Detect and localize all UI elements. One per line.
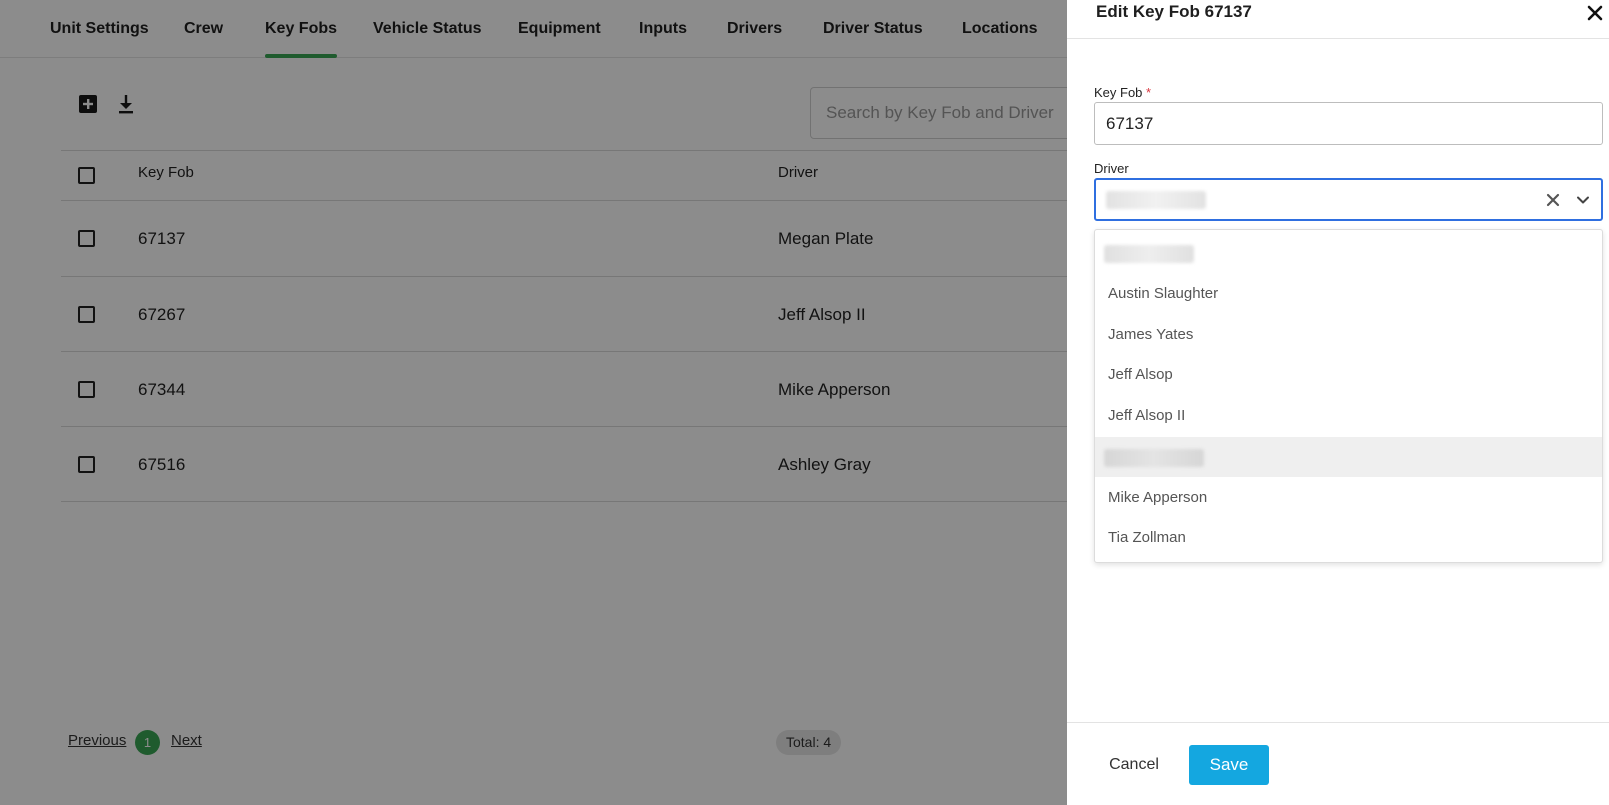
chevron-down-icon <box>1577 196 1589 204</box>
driver-option[interactable]: Jeff Alsop <box>1095 355 1602 395</box>
driver-option[interactable]: Mike Apperson <box>1095 478 1602 518</box>
save-button[interactable]: Save <box>1189 745 1269 785</box>
redacted-name <box>1104 245 1194 263</box>
driver-option-redacted-highlighted[interactable] <box>1095 437 1602 477</box>
driver-select[interactable] <box>1094 178 1603 221</box>
close-icon <box>1587 5 1603 21</box>
driver-option[interactable]: Austin Slaughter <box>1095 274 1602 314</box>
driver-selected-value-redacted <box>1106 191 1206 209</box>
driver-dropdown-toggle[interactable] <box>1575 192 1591 208</box>
drawer-header-divider <box>1067 38 1609 39</box>
driver-option-redacted[interactable] <box>1095 233 1602 273</box>
driver-field-label: Driver <box>1094 161 1129 176</box>
required-marker: * <box>1146 85 1152 100</box>
clear-icon <box>1546 193 1560 207</box>
redacted-name <box>1104 449 1204 467</box>
key-fob-label-text: Key Fob <box>1094 85 1143 100</box>
cancel-button[interactable]: Cancel <box>1094 745 1174 785</box>
driver-options-list: Austin Slaughter James Yates Jeff Alsop … <box>1094 229 1603 563</box>
clear-driver-button[interactable] <box>1545 192 1561 208</box>
drawer-title: Edit Key Fob 67137 <box>1096 2 1252 21</box>
edit-key-fob-drawer: Edit Key Fob 67137 Key Fob * Driver Aust… <box>1067 0 1609 805</box>
close-drawer-button[interactable] <box>1585 3 1605 23</box>
driver-option[interactable]: James Yates <box>1095 315 1602 355</box>
driver-option[interactable]: Jeff Alsop II <box>1095 396 1602 436</box>
key-fob-input[interactable] <box>1094 102 1603 145</box>
drawer-footer-divider <box>1067 722 1609 723</box>
driver-option[interactable]: Tia Zollman <box>1095 518 1602 558</box>
key-fob-field-label: Key Fob * <box>1094 85 1151 100</box>
